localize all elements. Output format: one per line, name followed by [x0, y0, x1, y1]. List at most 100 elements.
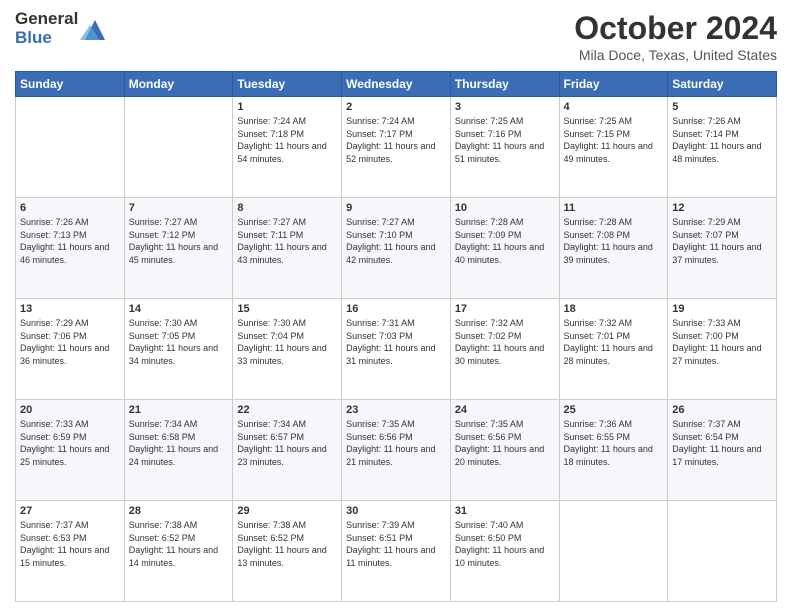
day-number: 14	[129, 303, 229, 315]
day-cell	[16, 97, 125, 198]
day-header-wednesday: Wednesday	[342, 72, 451, 97]
day-cell: 21 Sunrise: 7:34 AM Sunset: 6:58 PM Dayli…	[124, 400, 233, 501]
day-cell: 22 Sunrise: 7:34 AM Sunset: 6:57 PM Dayli…	[233, 400, 342, 501]
day-info: Sunrise: 7:24 AM Sunset: 7:18 PM Dayligh…	[237, 115, 337, 165]
day-info: Sunrise: 7:30 AM Sunset: 7:04 PM Dayligh…	[237, 317, 337, 367]
day-header-saturday: Saturday	[668, 72, 777, 97]
day-number: 2	[346, 101, 446, 113]
day-number: 8	[237, 202, 337, 214]
day-number: 9	[346, 202, 446, 214]
day-header-tuesday: Tuesday	[233, 72, 342, 97]
day-number: 3	[455, 101, 555, 113]
day-cell	[559, 501, 668, 602]
day-cell: 2 Sunrise: 7:24 AM Sunset: 7:17 PM Daylig…	[342, 97, 451, 198]
day-cell: 16 Sunrise: 7:31 AM Sunset: 7:03 PM Dayli…	[342, 299, 451, 400]
day-cell: 29 Sunrise: 7:38 AM Sunset: 6:52 PM Dayli…	[233, 501, 342, 602]
day-info: Sunrise: 7:33 AM Sunset: 6:59 PM Dayligh…	[20, 418, 120, 468]
day-info: Sunrise: 7:38 AM Sunset: 6:52 PM Dayligh…	[237, 519, 337, 569]
day-cell: 14 Sunrise: 7:30 AM Sunset: 7:05 PM Dayli…	[124, 299, 233, 400]
day-number: 12	[672, 202, 772, 214]
day-info: Sunrise: 7:34 AM Sunset: 6:57 PM Dayligh…	[237, 418, 337, 468]
day-cell: 28 Sunrise: 7:38 AM Sunset: 6:52 PM Dayli…	[124, 501, 233, 602]
day-cell: 24 Sunrise: 7:35 AM Sunset: 6:56 PM Dayli…	[450, 400, 559, 501]
title-block: October 2024 Mila Doce, Texas, United St…	[574, 10, 777, 63]
day-info: Sunrise: 7:37 AM Sunset: 6:53 PM Dayligh…	[20, 519, 120, 569]
logo-icon	[80, 15, 110, 45]
day-info: Sunrise: 7:26 AM Sunset: 7:14 PM Dayligh…	[672, 115, 772, 165]
day-number: 10	[455, 202, 555, 214]
day-number: 16	[346, 303, 446, 315]
day-cell: 26 Sunrise: 7:37 AM Sunset: 6:54 PM Dayli…	[668, 400, 777, 501]
week-row-4: 27 Sunrise: 7:37 AM Sunset: 6:53 PM Dayli…	[16, 501, 777, 602]
day-info: Sunrise: 7:27 AM Sunset: 7:11 PM Dayligh…	[237, 216, 337, 266]
day-info: Sunrise: 7:27 AM Sunset: 7:10 PM Dayligh…	[346, 216, 446, 266]
day-cell: 3 Sunrise: 7:25 AM Sunset: 7:16 PM Daylig…	[450, 97, 559, 198]
day-number: 29	[237, 505, 337, 517]
day-cell	[668, 501, 777, 602]
day-info: Sunrise: 7:24 AM Sunset: 7:17 PM Dayligh…	[346, 115, 446, 165]
day-info: Sunrise: 7:30 AM Sunset: 7:05 PM Dayligh…	[129, 317, 229, 367]
day-number: 21	[129, 404, 229, 416]
week-row-0: 1Sunrise: 7:24 AM Sunset: 7:18 PM Daylig…	[16, 97, 777, 198]
day-info: Sunrise: 7:27 AM Sunset: 7:12 PM Dayligh…	[129, 216, 229, 266]
day-info: Sunrise: 7:26 AM Sunset: 7:13 PM Dayligh…	[20, 216, 120, 266]
day-header-friday: Friday	[559, 72, 668, 97]
day-number: 27	[20, 505, 120, 517]
location: Mila Doce, Texas, United States	[574, 47, 777, 63]
day-number: 22	[237, 404, 337, 416]
day-header-thursday: Thursday	[450, 72, 559, 97]
day-number: 31	[455, 505, 555, 517]
day-number: 5	[672, 101, 772, 113]
day-number: 26	[672, 404, 772, 416]
day-info: Sunrise: 7:29 AM Sunset: 7:07 PM Dayligh…	[672, 216, 772, 266]
day-info: Sunrise: 7:28 AM Sunset: 7:08 PM Dayligh…	[564, 216, 664, 266]
day-cell: 31Sunrise: 7:40 AM Sunset: 6:50 PM Dayli…	[450, 501, 559, 602]
day-number: 4	[564, 101, 664, 113]
day-info: Sunrise: 7:37 AM Sunset: 6:54 PM Dayligh…	[672, 418, 772, 468]
calendar-header: SundayMondayTuesdayWednesdayThursdayFrid…	[16, 72, 777, 97]
day-number: 15	[237, 303, 337, 315]
day-info: Sunrise: 7:25 AM Sunset: 7:15 PM Dayligh…	[564, 115, 664, 165]
logo: General Blue	[15, 10, 110, 47]
calendar-table: SundayMondayTuesdayWednesdayThursdayFrid…	[15, 71, 777, 602]
day-cell: 23Sunrise: 7:35 AM Sunset: 6:56 PM Dayli…	[342, 400, 451, 501]
day-info: Sunrise: 7:32 AM Sunset: 7:01 PM Dayligh…	[564, 317, 664, 367]
day-cell: 4 Sunrise: 7:25 AM Sunset: 7:15 PM Daylig…	[559, 97, 668, 198]
logo-text: General Blue	[15, 10, 78, 47]
day-cell: 25 Sunrise: 7:36 AM Sunset: 6:55 PM Dayli…	[559, 400, 668, 501]
week-row-2: 13Sunrise: 7:29 AM Sunset: 7:06 PM Dayli…	[16, 299, 777, 400]
day-info: Sunrise: 7:39 AM Sunset: 6:51 PM Dayligh…	[346, 519, 446, 569]
day-number: 23	[346, 404, 446, 416]
day-info: Sunrise: 7:32 AM Sunset: 7:02 PM Dayligh…	[455, 317, 555, 367]
day-number: 20	[20, 404, 120, 416]
logo-general: General	[15, 10, 78, 29]
day-cell: 27 Sunrise: 7:37 AM Sunset: 6:53 PM Dayli…	[16, 501, 125, 602]
day-cell: 13Sunrise: 7:29 AM Sunset: 7:06 PM Dayli…	[16, 299, 125, 400]
day-info: Sunrise: 7:25 AM Sunset: 7:16 PM Dayligh…	[455, 115, 555, 165]
day-cell: 20 Sunrise: 7:33 AM Sunset: 6:59 PM Dayli…	[16, 400, 125, 501]
day-number: 25	[564, 404, 664, 416]
day-info: Sunrise: 7:31 AM Sunset: 7:03 PM Dayligh…	[346, 317, 446, 367]
day-info: Sunrise: 7:35 AM Sunset: 6:56 PM Dayligh…	[455, 418, 555, 468]
day-info: Sunrise: 7:38 AM Sunset: 6:52 PM Dayligh…	[129, 519, 229, 569]
day-cell: 12 Sunrise: 7:29 AM Sunset: 7:07 PM Dayli…	[668, 198, 777, 299]
day-number: 17	[455, 303, 555, 315]
day-cell: 6Sunrise: 7:26 AM Sunset: 7:13 PM Daylig…	[16, 198, 125, 299]
day-number: 28	[129, 505, 229, 517]
day-cell: 1Sunrise: 7:24 AM Sunset: 7:18 PM Daylig…	[233, 97, 342, 198]
day-cell: 15 Sunrise: 7:30 AM Sunset: 7:04 PM Dayli…	[233, 299, 342, 400]
day-number: 30	[346, 505, 446, 517]
day-cell: 9 Sunrise: 7:27 AM Sunset: 7:10 PM Daylig…	[342, 198, 451, 299]
calendar-body: 1Sunrise: 7:24 AM Sunset: 7:18 PM Daylig…	[16, 97, 777, 602]
day-header-monday: Monday	[124, 72, 233, 97]
day-header-sunday: Sunday	[16, 72, 125, 97]
day-header-row: SundayMondayTuesdayWednesdayThursdayFrid…	[16, 72, 777, 97]
day-cell: 8 Sunrise: 7:27 AM Sunset: 7:11 PM Daylig…	[233, 198, 342, 299]
page: General Blue October 2024 Mila Doce, Tex…	[0, 0, 792, 612]
day-info: Sunrise: 7:28 AM Sunset: 7:09 PM Dayligh…	[455, 216, 555, 266]
day-number: 19	[672, 303, 772, 315]
day-info: Sunrise: 7:34 AM Sunset: 6:58 PM Dayligh…	[129, 418, 229, 468]
header: General Blue October 2024 Mila Doce, Tex…	[15, 10, 777, 63]
day-info: Sunrise: 7:36 AM Sunset: 6:55 PM Dayligh…	[564, 418, 664, 468]
day-number: 24	[455, 404, 555, 416]
